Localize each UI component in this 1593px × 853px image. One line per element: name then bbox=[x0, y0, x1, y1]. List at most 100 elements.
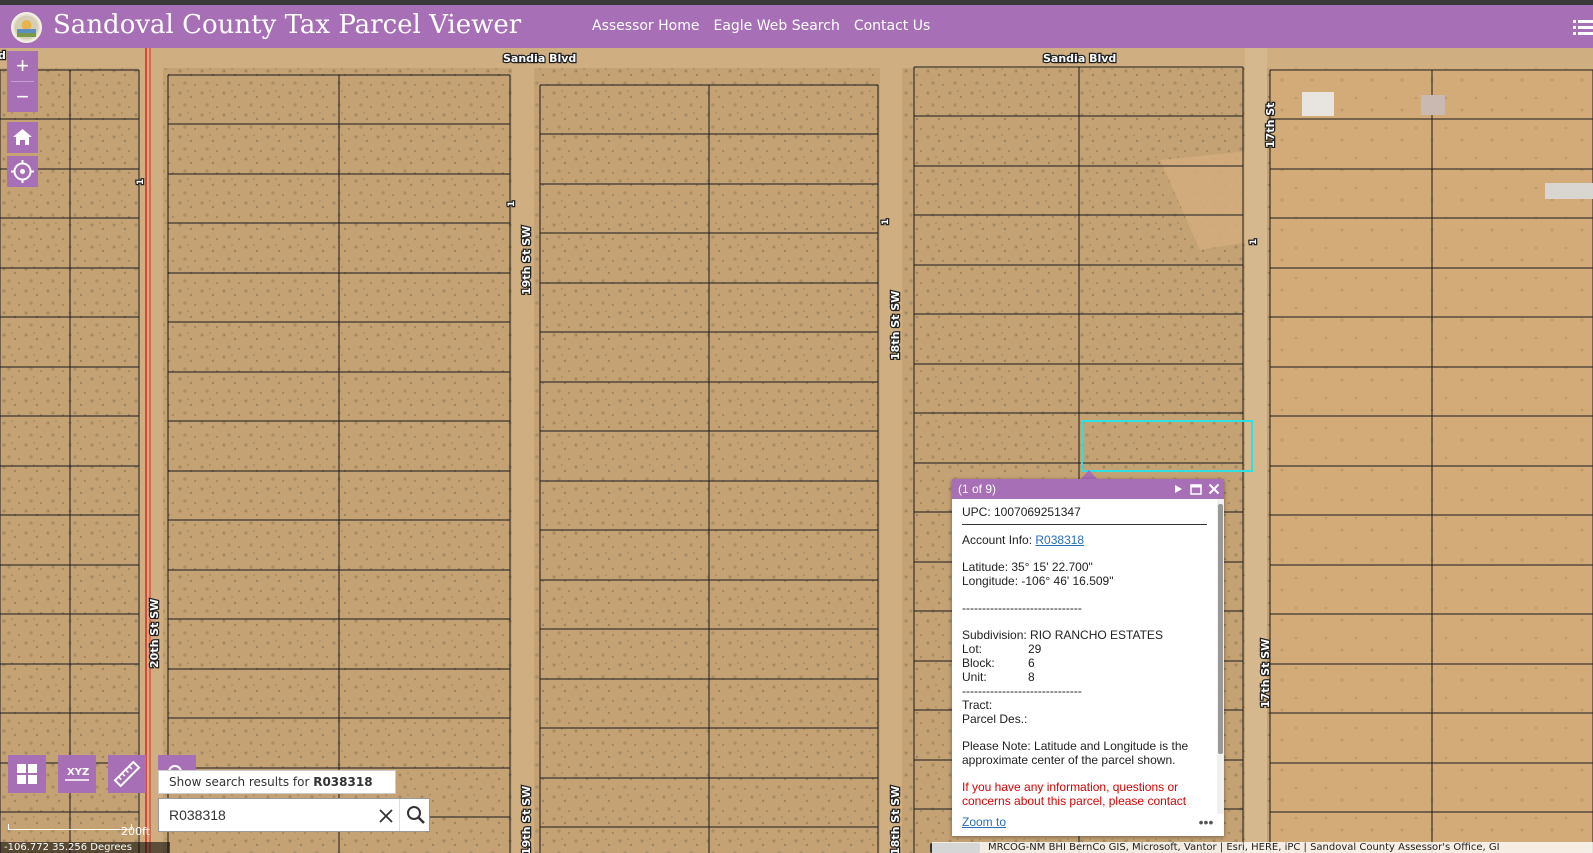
road-sandia-blvd bbox=[0, 48, 1593, 68]
app: Sandia Blvd Sandia Blvd 19th St SW 19th … bbox=[0, 0, 1593, 853]
basemap-gallery-icon bbox=[17, 764, 37, 784]
popup-feature-count: (1 of 9) bbox=[958, 482, 997, 496]
more-actions-button[interactable]: ••• bbox=[1196, 814, 1216, 830]
popup-subdivision: Subdivision: RIO RANCHO ESTATES bbox=[962, 628, 1163, 642]
scale-label: 200ft bbox=[121, 825, 150, 838]
building bbox=[1545, 183, 1593, 199]
coordinate-readout: -106.772 35.256 Degrees bbox=[0, 842, 170, 853]
road-19th bbox=[512, 48, 534, 853]
maximize-icon bbox=[1190, 484, 1202, 495]
popup-longitude: Longitude: -106° 46' 16.509" bbox=[962, 574, 1114, 588]
popup-divider-text: ------------------------------ bbox=[962, 684, 1082, 698]
popup-latitude: Latitude: 35° 15' 22.700" bbox=[962, 560, 1093, 574]
popup-lot-row: Lot: 29 bbox=[962, 642, 1207, 656]
search-icon bbox=[407, 806, 425, 824]
popup-header: (1 of 9) bbox=[952, 479, 1224, 499]
app-header: Sandoval County Tax Parcel Viewer Assess… bbox=[0, 5, 1593, 48]
app-logo-icon bbox=[11, 12, 42, 43]
search-suggestion[interactable]: Show search results for R038318 bbox=[158, 770, 396, 794]
label-19th-st: 19th St SW bbox=[520, 226, 533, 295]
zoom-in-button[interactable]: + bbox=[7, 51, 38, 81]
popup-account-label: Account Info: bbox=[962, 533, 1036, 547]
close-popup-button[interactable] bbox=[1206, 481, 1222, 497]
popup-scrollbar[interactable] bbox=[1217, 499, 1224, 814]
header-nav: Assessor Home Eagle Web Search Contact U… bbox=[592, 18, 930, 34]
search-suggestion-term: R038318 bbox=[313, 775, 373, 789]
basemap-gallery-button[interactable] bbox=[8, 755, 46, 793]
search-input[interactable] bbox=[159, 799, 374, 831]
search-box bbox=[158, 798, 430, 832]
search-suggestion-prefix: Show search results for bbox=[169, 775, 314, 789]
nav-assessor-home[interactable]: Assessor Home bbox=[592, 18, 699, 34]
home-button[interactable] bbox=[7, 122, 38, 153]
popup-block-value: 6 bbox=[1028, 656, 1035, 670]
account-info-link[interactable]: R038318 bbox=[1035, 533, 1084, 547]
zoom-to-link[interactable]: Zoom to bbox=[962, 815, 1006, 829]
label-17th-st-bottom: 17th St SW bbox=[1259, 639, 1272, 708]
road-17th bbox=[1245, 48, 1267, 853]
popup-account-row: Account Info: R038318 bbox=[962, 533, 1207, 547]
label-cut-left: d bbox=[0, 49, 6, 62]
menu-icon[interactable] bbox=[1571, 13, 1593, 43]
popup-content: UPC: 1007069251347 Account Info: R038318… bbox=[952, 499, 1217, 814]
app-title: Sandoval County Tax Parcel Viewer bbox=[53, 10, 522, 40]
label-20th-st: 20th St SW bbox=[148, 599, 161, 668]
lot-number: 1 bbox=[881, 219, 891, 225]
label-sandia-blvd-right: Sandia Blvd bbox=[1043, 52, 1116, 65]
popup-lot-label: Lot: bbox=[962, 642, 983, 656]
popup-unit-row: Unit: 8 bbox=[962, 670, 1207, 684]
clear-search-button[interactable] bbox=[373, 803, 399, 829]
popup-tract: Tract: bbox=[962, 698, 993, 712]
aerial-map[interactable]: Sandia Blvd Sandia Blvd 19th St SW 19th … bbox=[0, 0, 1593, 853]
popup-unit-value: 8 bbox=[1028, 670, 1035, 684]
svg-text:XYZ: XYZ bbox=[67, 767, 89, 778]
building bbox=[1302, 92, 1334, 116]
popup-contact-info: If you have any information, questions o… bbox=[962, 780, 1187, 808]
popup-unit-label: Unit: bbox=[962, 670, 987, 684]
play-icon bbox=[1175, 485, 1182, 493]
maximize-popup-button[interactable] bbox=[1188, 481, 1204, 497]
lot-number: 1 bbox=[507, 201, 517, 207]
locate-icon bbox=[11, 160, 34, 183]
label-17th-st-top: 17th St bbox=[1264, 103, 1277, 148]
popup-divider-text: ------------------------------ bbox=[962, 601, 1082, 615]
xyz-coordinates-button[interactable]: XYZ bbox=[58, 755, 96, 793]
popup-parcel-des: Parcel Des.: bbox=[962, 712, 1028, 726]
lot-number: 1 bbox=[1249, 239, 1259, 245]
zoom-out-button[interactable]: − bbox=[7, 82, 38, 112]
popup-scroll-thumb[interactable] bbox=[1218, 504, 1223, 754]
label-sandia-blvd-left: Sandia Blvd bbox=[503, 52, 576, 65]
nav-eagle-web-search[interactable]: Eagle Web Search bbox=[713, 18, 839, 34]
label-18th-st: 18th St SW bbox=[889, 291, 902, 360]
popup-block-label: Block: bbox=[962, 656, 995, 670]
popup-note: Please Note: Latitude and Longitude is t… bbox=[962, 739, 1189, 767]
road-20th bbox=[139, 48, 163, 853]
label-18th-st-bottom: 18th St SW bbox=[889, 786, 902, 853]
search-submit-button[interactable] bbox=[399, 799, 431, 831]
home-icon bbox=[13, 129, 32, 145]
close-icon bbox=[379, 809, 393, 823]
nav-contact-us[interactable]: Contact Us bbox=[854, 18, 930, 34]
popup-upc: UPC: 1007069251347 bbox=[962, 505, 1207, 525]
map-attribution: MRCOG-NM BHI BernCo GIS, Microsoft, Vant… bbox=[932, 842, 1593, 853]
popup-footer: Zoom to ••• bbox=[952, 814, 1224, 836]
measure-button[interactable] bbox=[108, 755, 146, 793]
zoom-control: + − bbox=[7, 51, 38, 112]
close-icon bbox=[1208, 483, 1220, 495]
parcel-popup: (1 of 9) UPC: 1007069251347 Account Info… bbox=[952, 479, 1224, 836]
label-19th-st-bottom: 19th St SW bbox=[520, 786, 533, 853]
road-18th bbox=[880, 48, 902, 853]
popup-lot-value: 29 bbox=[1028, 642, 1042, 656]
xyz-coordinates-icon: XYZ bbox=[65, 767, 89, 781]
building bbox=[1421, 95, 1445, 115]
locate-button[interactable] bbox=[7, 156, 38, 187]
popup-block-row: Block: 6 bbox=[962, 656, 1207, 670]
lot-number: 1 bbox=[136, 179, 146, 185]
next-feature-button[interactable] bbox=[1170, 481, 1186, 497]
measure-icon bbox=[113, 760, 141, 788]
